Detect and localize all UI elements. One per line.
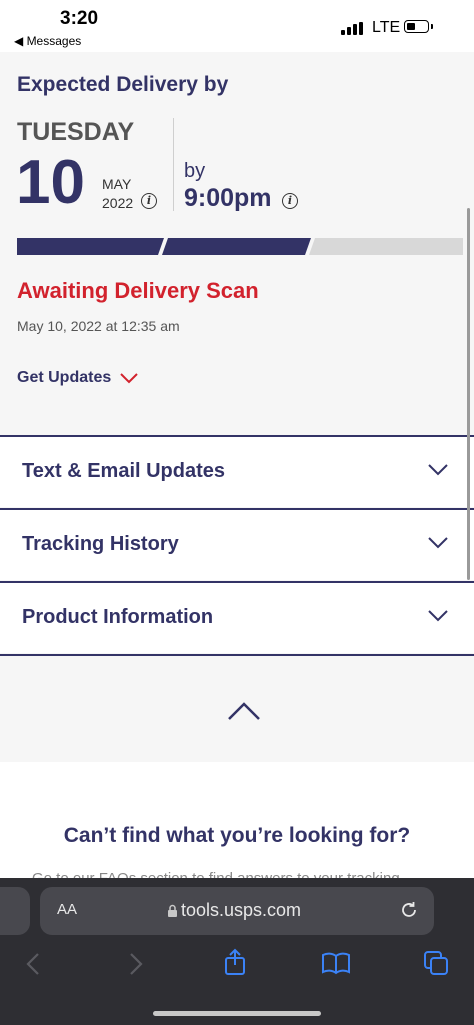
status-bar: 3:20 ◀ Messages LTE [0, 0, 474, 52]
accordion-label: Tracking History [22, 533, 179, 555]
accordion-tracking-history[interactable]: Tracking History [0, 508, 474, 580]
delivery-month: MAY [102, 176, 132, 192]
delivery-year: 2022 [102, 195, 134, 211]
signal-icon [341, 22, 363, 35]
help-heading: Can’t find what you’re looking for? [63, 824, 411, 847]
clock: 3:20 [60, 8, 99, 29]
tabs-icon[interactable] [423, 950, 449, 976]
get-updates-link[interactable]: Get Updates [17, 369, 139, 387]
home-indicator [153, 1011, 321, 1016]
by-label: by [184, 160, 206, 182]
delivery-day: 10 [16, 148, 85, 217]
get-updates-label: Get Updates [17, 369, 112, 386]
accordion-divider [0, 654, 474, 656]
bookmarks-icon[interactable] [321, 951, 351, 975]
progress-step-3 [309, 238, 463, 255]
battery-nub [431, 24, 433, 29]
back-to-app-link[interactable]: ◀ Messages [14, 34, 81, 48]
accordion-label: Product Information [22, 606, 214, 628]
reload-icon[interactable] [399, 900, 419, 920]
network-label: LTE [372, 19, 401, 36]
date-info-icon[interactable]: i [141, 193, 157, 209]
delivery-progress-bar [17, 238, 463, 255]
progress-step-1 [17, 238, 164, 255]
url-text: tools.usps.com [181, 900, 302, 920]
address-bar[interactable]: AA tools.usps.com [40, 887, 434, 935]
progress-step-2 [162, 238, 311, 255]
time-info-icon[interactable]: i [282, 193, 298, 209]
date-divider [173, 118, 174, 211]
chevron-down-icon [428, 610, 448, 622]
forward-arrow-icon[interactable] [128, 952, 144, 976]
lock-icon [168, 904, 177, 917]
tracking-status: Awaiting Delivery Scan [17, 278, 259, 303]
previous-tab[interactable] [0, 887, 30, 935]
collapse-up-icon[interactable] [226, 700, 262, 722]
delivery-time: 9:00pm [184, 184, 272, 212]
delivery-weekday: TUESDAY [17, 118, 135, 146]
accordion-label: Text & Email Updates [22, 460, 226, 482]
share-icon[interactable] [223, 948, 247, 976]
status-timestamp: May 10, 2022 at 12:35 am [17, 318, 180, 334]
reader-settings-button[interactable]: AA [57, 901, 77, 918]
accordion-product-information[interactable]: Product Information [0, 581, 474, 653]
accordion-text-email-updates[interactable]: Text & Email Updates [0, 435, 474, 507]
chevron-down-icon [120, 373, 138, 384]
back-arrow-icon[interactable] [25, 952, 41, 976]
chevron-down-icon [428, 537, 448, 549]
battery-icon [404, 20, 429, 33]
chevron-down-icon [428, 464, 448, 476]
scrollbar[interactable] [467, 208, 470, 580]
expected-delivery-heading: Expected Delivery by [17, 73, 229, 96]
